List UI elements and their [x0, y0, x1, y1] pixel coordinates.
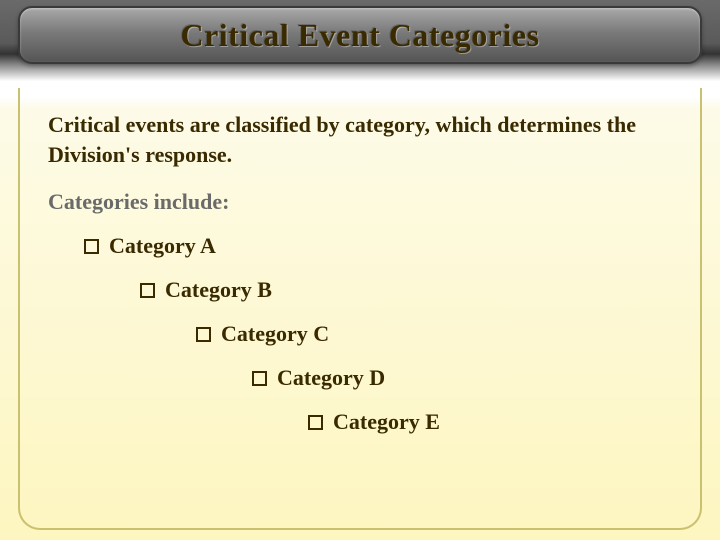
slide-title: Critical Event Categories — [180, 17, 539, 54]
list-item-label: Category D — [277, 365, 385, 391]
checkbox-bullet-icon — [196, 327, 211, 342]
title-bar: Critical Event Categories — [18, 6, 702, 64]
list-item: Category A — [84, 233, 672, 259]
subheading: Categories include: — [48, 189, 672, 215]
list-item: Category D — [252, 365, 672, 391]
list-item-label: Category B — [165, 277, 272, 303]
checkbox-bullet-icon — [252, 371, 267, 386]
checkbox-bullet-icon — [140, 283, 155, 298]
list-item-label: Category C — [221, 321, 329, 347]
list-item-label: Category A — [109, 233, 216, 259]
checkbox-bullet-icon — [308, 415, 323, 430]
content-panel: Critical events are classified by catego… — [18, 88, 702, 530]
category-list: Category A Category B Category C Categor… — [48, 233, 672, 435]
list-item: Category C — [196, 321, 672, 347]
list-item: Category E — [308, 409, 672, 435]
list-item-label: Category E — [333, 409, 440, 435]
checkbox-bullet-icon — [84, 239, 99, 254]
intro-text: Critical events are classified by catego… — [48, 110, 672, 169]
list-item: Category B — [140, 277, 672, 303]
